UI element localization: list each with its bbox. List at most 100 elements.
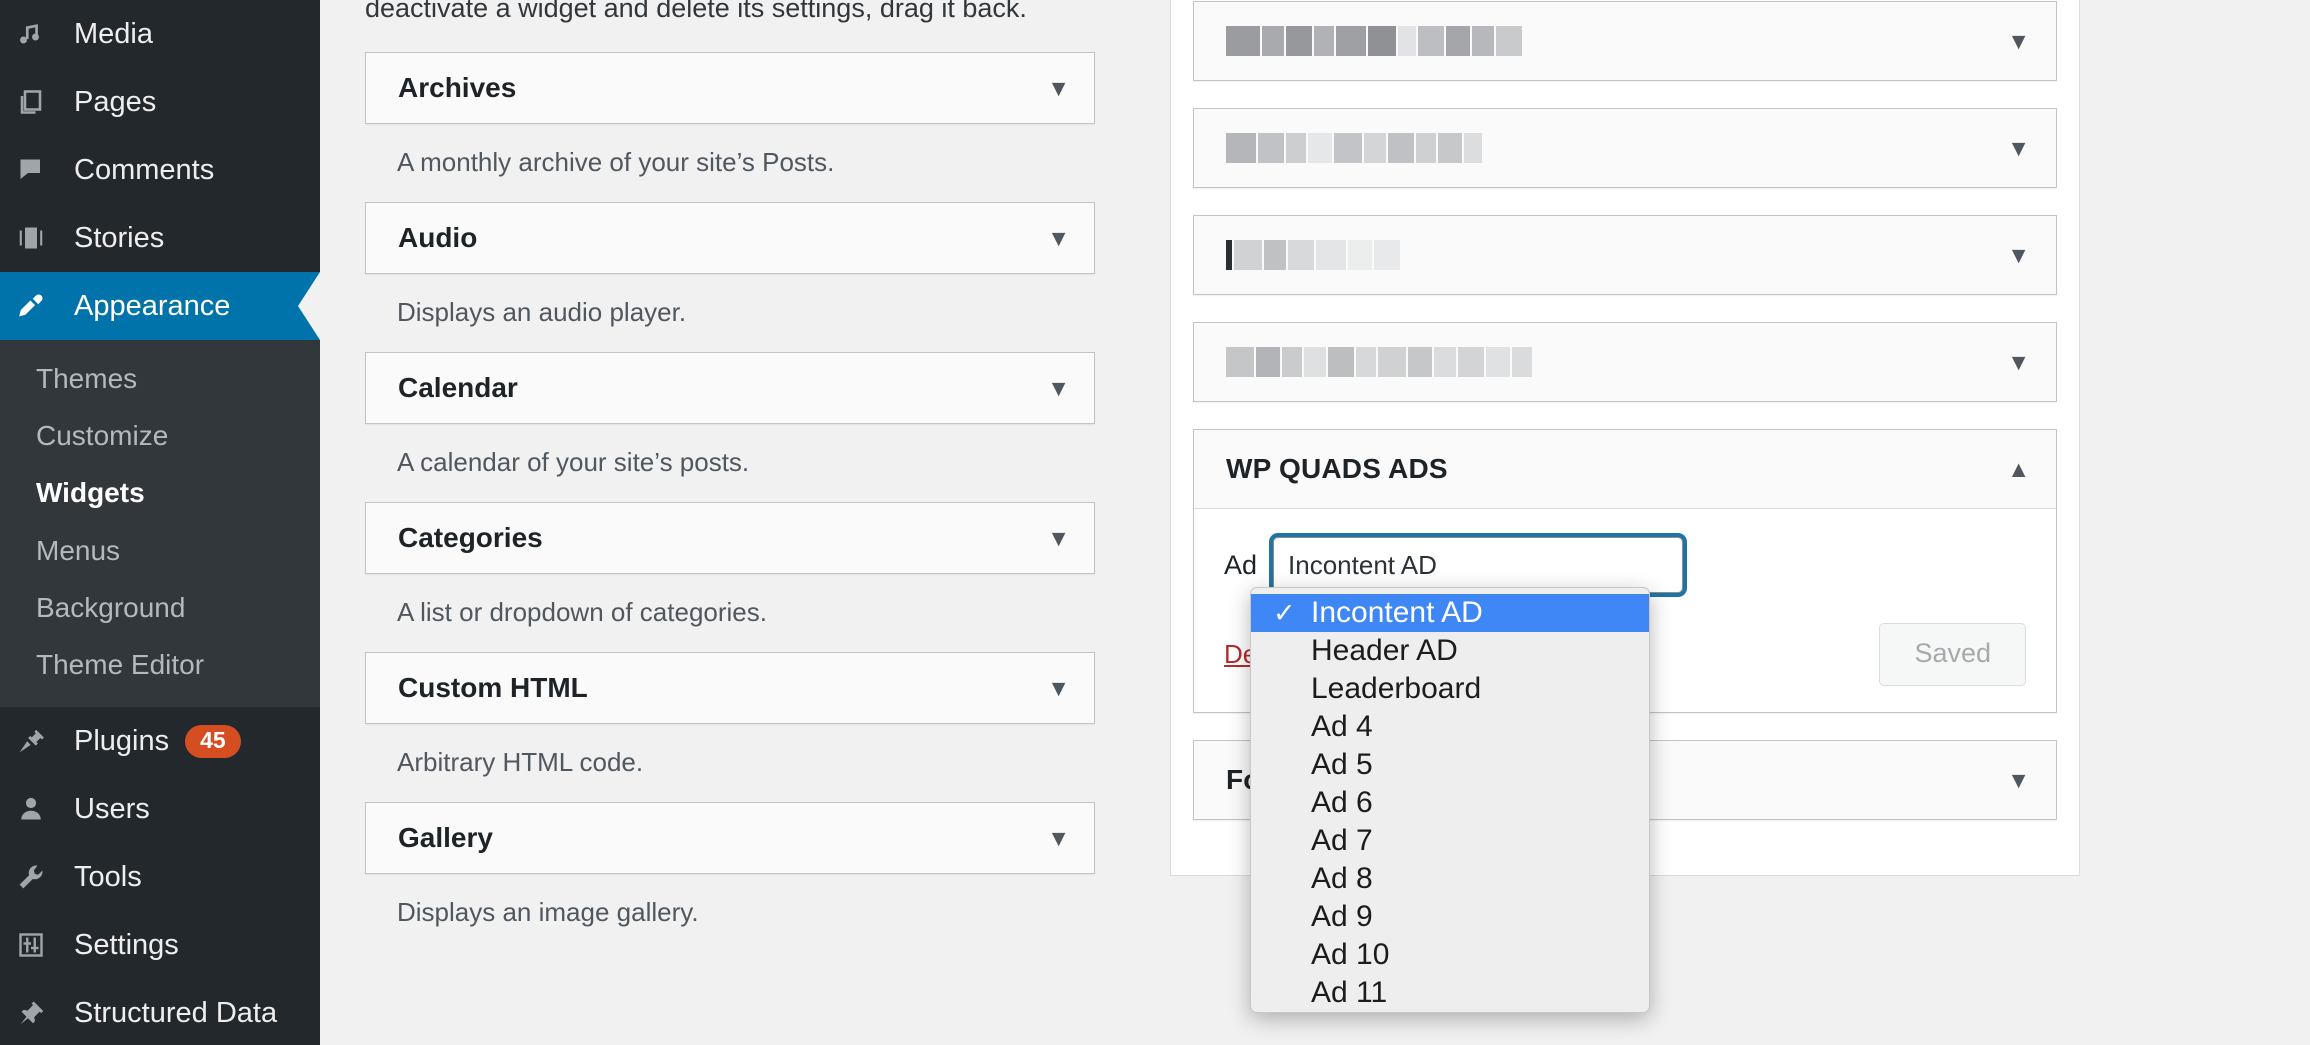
chevron-down-icon[interactable]: ▼: [1047, 526, 1070, 550]
sidebar-item-label: Comments: [74, 153, 215, 186]
chevron-down-icon[interactable]: ▼: [1047, 826, 1070, 850]
widget-card[interactable]: Gallery ▼: [365, 802, 1095, 874]
submenu-item-background[interactable]: Background: [0, 579, 320, 636]
check-icon: ✓: [1273, 826, 1311, 857]
sidebar-item-structured-data[interactable]: Structured Data: [0, 979, 320, 1045]
widget-description: Arbitrary HTML code.: [397, 747, 644, 777]
dropdown-option[interactable]: ✓Header AD: [1251, 632, 1649, 670]
sidebar-item-settings[interactable]: Settings: [0, 911, 320, 979]
dropdown-option[interactable]: ✓Ad 7: [1251, 822, 1649, 860]
chevron-down-icon[interactable]: ▼: [2007, 136, 2030, 160]
admin-sidebar: Media Pages Comments Stories Appearance Theme…: [0, 0, 320, 1045]
submenu-item-theme-editor[interactable]: Theme Editor: [0, 636, 320, 693]
plugins-update-badge: 45: [185, 724, 241, 758]
widget-description: Displays an image gallery.: [397, 897, 699, 927]
appearance-icon: [16, 291, 74, 321]
widget-title: Gallery: [398, 822, 493, 853]
ad-select[interactable]: Incontent AD: [1273, 537, 1684, 593]
dropdown-option[interactable]: ✓Ad 5: [1251, 746, 1649, 784]
sidebar-item-pages[interactable]: Pages: [0, 68, 320, 136]
intro-text: deactivate a widget and delete its setti…: [365, 0, 1027, 23]
widget-title: Archives: [398, 72, 517, 103]
sidebar-item-label: Settings: [74, 928, 179, 961]
structured-data-icon: [16, 998, 74, 1028]
chevron-down-icon[interactable]: ▼: [1047, 376, 1070, 400]
check-icon: ✓: [1273, 597, 1296, 628]
sidebar-item-label: Pages: [74, 85, 157, 118]
dropdown-option-label: Ad 6: [1311, 786, 1373, 819]
sidebar-item-users[interactable]: Users: [0, 775, 320, 843]
submenu-item-themes[interactable]: Themes: [0, 350, 320, 407]
dropdown-option-label: Ad 11: [1311, 976, 1388, 1009]
widget-card[interactable]: Calendar ▼: [365, 352, 1095, 424]
sidebar-item-plugins[interactable]: Plugins 45: [0, 707, 320, 775]
submenu-item-menus[interactable]: Menus: [0, 522, 320, 579]
widget-area-header[interactable]: ▼: [1194, 323, 2056, 401]
dropdown-option[interactable]: ✓Ad 9: [1251, 898, 1649, 936]
chevron-down-icon[interactable]: ▼: [1047, 226, 1070, 250]
widget-area-title-redacted: [1226, 24, 1524, 58]
chevron-down-icon[interactable]: ▼: [2007, 768, 2030, 792]
chevron-down-icon[interactable]: ▼: [1047, 76, 1070, 100]
available-widgets-list: Archives ▼ A monthly archive of your site’…: [365, 52, 1095, 952]
sidebar-item-label: Users: [74, 792, 150, 825]
chevron-down-icon[interactable]: ▼: [2007, 350, 2030, 374]
dropdown-option[interactable]: ✓ Incontent AD: [1251, 594, 1649, 632]
dropdown-option-label: Ad 7: [1311, 824, 1373, 857]
sidebar-item-label: Plugins: [74, 724, 170, 757]
widget-area-title-redacted: [1226, 131, 1484, 165]
widget-area-header[interactable]: WP QUADS ADS ▲: [1194, 430, 2056, 508]
ad-select-popup[interactable]: ✓Incontent AD✓Header AD✓Leaderboard✓Ad 4…: [1250, 587, 1650, 1013]
widget-area-header[interactable]: ▼: [1194, 2, 2056, 80]
pages-icon: [16, 87, 74, 117]
sidebar-item-tools[interactable]: Tools: [0, 843, 320, 911]
dropdown-option-label: Leaderboard: [1311, 672, 1482, 705]
dropdown-option-label: Ad 10: [1311, 938, 1390, 971]
sidebar-item-label: Tools: [74, 860, 142, 893]
dropdown-option[interactable]: ✓Leaderboard: [1251, 670, 1649, 708]
ad-field-row: Ad Incontent AD: [1224, 537, 2026, 593]
widget-card[interactable]: Categories ▼: [365, 502, 1095, 574]
dropdown-option-label: Ad 8: [1311, 862, 1373, 895]
widget-description: Displays an audio player.: [397, 297, 687, 327]
widget-card[interactable]: Archives ▼: [365, 52, 1095, 124]
sidebar-item-appearance[interactable]: Appearance: [0, 272, 320, 340]
widget-card[interactable]: Audio ▼: [365, 202, 1095, 274]
widget-area-header[interactable]: ▼: [1194, 109, 2056, 187]
widget-area-title-redacted: [1226, 238, 1402, 272]
sidebar-item-label: Media: [74, 17, 153, 50]
current-menu-notch: [298, 272, 320, 340]
dropdown-option[interactable]: ✓Ad 6: [1251, 784, 1649, 822]
available-widgets-column: deactivate a widget and delete its setti…: [320, 0, 1170, 1045]
chevron-down-icon[interactable]: ▼: [2007, 243, 2030, 267]
sidebar-item-stories[interactable]: Stories: [0, 204, 320, 272]
dropdown-option[interactable]: ✓Ad 8: [1251, 860, 1649, 898]
widget-card[interactable]: Custom HTML ▼: [365, 652, 1095, 724]
check-icon: ✓: [1273, 636, 1311, 667]
widget-area: ▼: [1193, 215, 2057, 295]
stories-icon: [16, 223, 74, 253]
sidebar-item-media[interactable]: Media: [0, 0, 320, 68]
save-button[interactable]: Saved: [1879, 623, 2026, 686]
check-icon: ✓: [1273, 902, 1311, 933]
submenu-item-widgets[interactable]: Widgets: [0, 464, 320, 521]
check-icon: ✓: [1273, 788, 1311, 819]
chevron-up-icon[interactable]: ▲: [2007, 457, 2030, 481]
widget-area: ▼: [1193, 322, 2057, 402]
sidebar-item-comments[interactable]: Comments: [0, 136, 320, 204]
dropdown-option[interactable]: ✓Ad 11: [1251, 974, 1649, 1012]
chevron-down-icon[interactable]: ▼: [1047, 676, 1070, 700]
check-icon: ✓: [1273, 864, 1311, 895]
submenu-item-customize[interactable]: Customize: [0, 407, 320, 464]
dropdown-option[interactable]: ✓Ad 10: [1251, 936, 1649, 974]
ad-field-label: Ad: [1224, 549, 1258, 580]
settings-icon: [16, 930, 74, 960]
media-icon: [16, 19, 74, 49]
dropdown-option-label: Ad 9: [1311, 900, 1373, 933]
widget-area-title: WP QUADS ADS: [1226, 453, 1448, 484]
check-icon: ✓: [1273, 712, 1311, 743]
dropdown-option[interactable]: ✓Ad 4: [1251, 708, 1649, 746]
chevron-down-icon[interactable]: ▼: [2007, 29, 2030, 53]
widget-area-header[interactable]: ▼: [1194, 216, 2056, 294]
widget-description: A calendar of your site’s posts.: [397, 447, 750, 477]
